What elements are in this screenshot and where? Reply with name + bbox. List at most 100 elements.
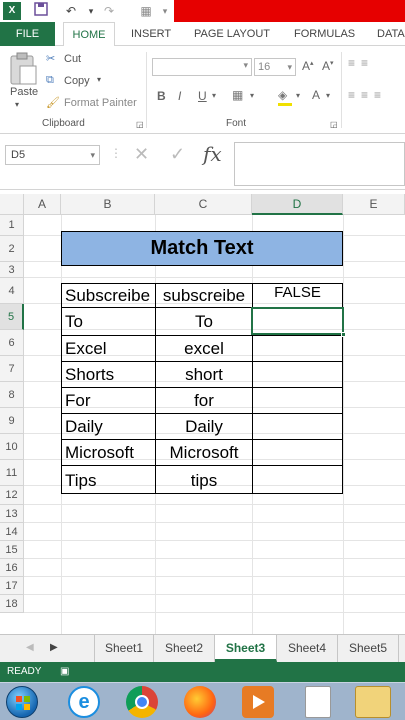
internet-explorer-icon[interactable]: e [68,686,100,718]
format-painter-button[interactable]: Format Painter [64,97,137,109]
row-header-1[interactable]: 1 [0,215,24,236]
cell-b10[interactable]: Microsoft [62,439,154,465]
fill-handle[interactable] [341,332,346,337]
scroll-left-icon[interactable]: ◀ [26,642,34,653]
row-header-5[interactable]: 5 [0,304,24,330]
name-box-dropdown-icon[interactable]: ▾ [90,146,95,164]
paste-icon[interactable] [8,52,38,86]
cancel-icon[interactable]: ✕ [134,144,149,165]
name-box[interactable]: D5 ▾ [5,145,100,165]
alignment-top-icons[interactable]: ≡≡ [348,56,374,70]
borders-icon[interactable]: ▦ [137,2,155,20]
column-header-d[interactable]: D [252,194,343,215]
row-header-8[interactable]: 8 [0,382,24,408]
row-header-14[interactable]: 14 [0,523,24,541]
undo-icon[interactable]: ↶ [62,2,80,20]
cut-button[interactable]: Cut [64,53,81,65]
font-size-box[interactable]: 16 ▾ [254,58,296,76]
start-button-icon[interactable] [6,686,38,718]
row-header-9[interactable]: 9 [0,408,24,434]
row-header-3[interactable]: 3 [0,262,24,278]
column-header-c[interactable]: C [155,194,252,215]
underline-button[interactable]: U [198,89,207,103]
sheet-tab-2[interactable]: Sheet2 [154,635,215,662]
cell-c6[interactable]: excel [156,335,252,361]
row-header-16[interactable]: 16 [0,559,24,577]
insert-function-icon[interactable]: fx [203,142,222,166]
formula-input[interactable] [234,142,405,186]
borders-button-icon[interactable]: ▦ [232,88,243,102]
cell-b8[interactable]: For [62,387,154,413]
enter-icon[interactable]: ✓ [170,144,185,165]
row-header-17[interactable]: 17 [0,577,24,595]
font-name-box[interactable]: ▾ [152,58,252,76]
row-header-6[interactable]: 6 [0,330,24,356]
scroll-right-icon[interactable]: ▶ [50,642,58,653]
title-cell[interactable]: Match Text [61,231,343,266]
worksheet-grid[interactable]: A B C D E 1 2 3 4 5 6 7 8 9 10 11 12 13 14 15 16 17 18 Ma… [0,194,405,634]
customize-qat-icon[interactable]: ▾ [156,2,174,20]
sheet-tab-1[interactable]: Sheet1 [94,635,154,662]
cell-b7[interactable]: Shorts [62,361,154,387]
copy-button[interactable]: Copy [64,75,90,87]
cell-c9[interactable]: Daily [156,413,252,439]
italic-button[interactable]: I [178,89,181,103]
underline-dropdown-icon[interactable]: ▾ [212,91,216,100]
font-color-icon[interactable]: A [312,88,320,102]
bold-button[interactable]: B [157,89,166,103]
paste-dropdown-icon[interactable]: ▾ [15,100,19,109]
borders-dropdown-icon[interactable]: ▾ [250,91,254,100]
tab-data[interactable]: DATA [377,22,405,46]
active-cell-d5[interactable] [251,307,346,337]
fill-color-dropdown-icon[interactable]: ▾ [296,91,300,100]
cell-d4-result[interactable]: FALSE [252,283,343,307]
sheet-tab-5[interactable]: Sheet5 [338,635,399,662]
tab-insert[interactable]: INSERT [131,22,171,46]
cell-c8[interactable]: for [156,387,252,413]
font-size-dropdown-icon[interactable]: ▾ [287,59,292,75]
cell-c10[interactable]: Microsoft [156,439,252,465]
column-header-a[interactable]: A [24,194,61,215]
row-header-15[interactable]: 15 [0,541,24,559]
cell-b11[interactable]: Tips [62,465,154,494]
font-color-dropdown-icon[interactable]: ▾ [326,91,330,100]
cell-b4[interactable]: Subscreibe [62,283,154,307]
cell-b6[interactable]: Excel [62,335,154,361]
macro-record-icon[interactable]: ▣ [60,662,69,682]
cell-c5[interactable]: To [156,307,252,335]
chrome-icon[interactable] [126,686,158,718]
tab-page-layout[interactable]: PAGE LAYOUT [194,22,270,46]
media-player-icon[interactable] [242,686,274,718]
row-header-13[interactable]: 13 [0,505,24,523]
cell-c7[interactable]: short [156,361,252,387]
row-header-4[interactable]: 4 [0,278,24,304]
select-all-corner[interactable] [0,194,24,215]
clipboard-launcher-icon[interactable]: ◲ [136,120,144,129]
cell-b5[interactable]: To [62,307,154,335]
row-header-7[interactable]: 7 [0,356,24,382]
alignment-horizontal-icons[interactable]: ≡≡≡ [348,88,387,102]
redo-icon[interactable]: ↷ [100,2,118,20]
sheet-tab-4[interactable]: Sheet4 [277,635,338,662]
sheet-tab-3[interactable]: Sheet3 [215,635,277,662]
row-header-18[interactable]: 18 [0,595,24,613]
column-header-e[interactable]: E [343,194,405,215]
row-header-2[interactable]: 2 [0,236,24,262]
row-header-12[interactable]: 12 [0,486,24,505]
cell-c4[interactable]: subscreibe [156,283,252,307]
row-header-10[interactable]: 10 [0,434,24,460]
copy-dropdown-icon[interactable]: ▾ [97,75,101,84]
firefox-icon[interactable] [184,686,216,718]
increase-font-icon[interactable]: A▴ [302,59,314,73]
file-explorer-icon[interactable] [355,686,391,718]
tab-formulas[interactable]: FORMULAS [294,22,355,46]
cell-b9[interactable]: Daily [62,413,154,439]
tab-home[interactable]: HOME [63,22,115,47]
paste-button[interactable]: Paste [10,86,38,98]
fill-color-icon[interactable]: ◈ [278,88,287,102]
undo-dropdown-icon[interactable]: ▾ [82,2,100,20]
save-icon[interactable] [32,2,50,20]
row-header-11[interactable]: 11 [0,460,24,486]
document-icon[interactable] [305,686,331,718]
decrease-font-icon[interactable]: A▾ [322,59,334,73]
